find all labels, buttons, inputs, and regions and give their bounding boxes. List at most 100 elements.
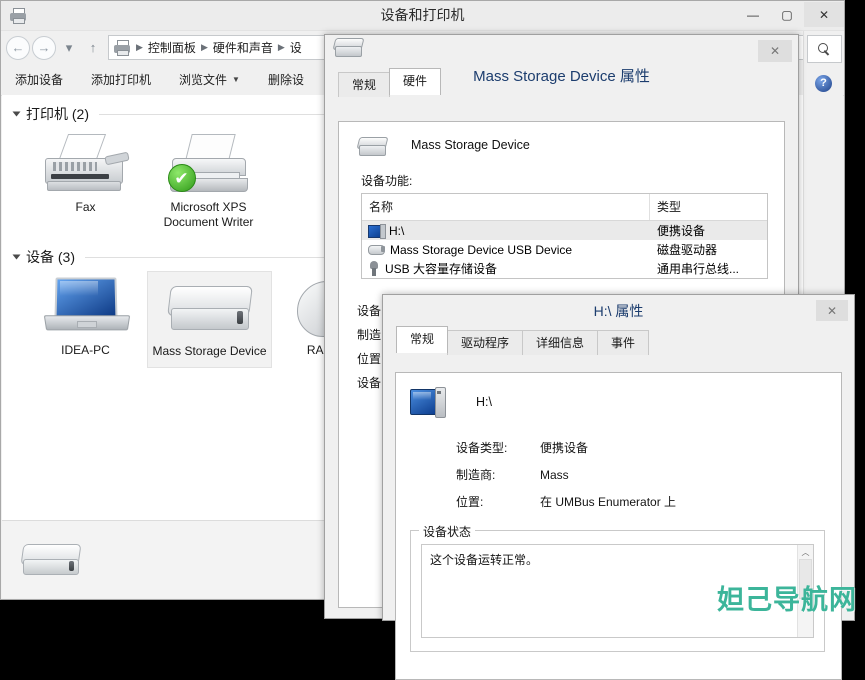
breadcrumb-separator: ▶ [277,42,285,52]
breadcrumb-item-hardware-sound[interactable]: 硬件和声音 [213,39,273,56]
msd-device-name: Mass Storage Device [411,138,530,152]
hdrive-tabstrip: 常规 驱动程序 详细信息 事件 [383,326,854,355]
tab-events[interactable]: 事件 [597,330,650,355]
breadcrumb-separator: ▶ [200,42,208,52]
search-input[interactable] [807,35,842,63]
device-status-text: 这个设备运转正常。 [430,553,539,567]
tab-details[interactable]: 详细信息 [522,330,599,355]
chevron-down-icon [12,111,21,117]
breadcrumb-item-control-panel[interactable]: 控制面板 [148,39,196,56]
tab-general[interactable]: 常规 [338,72,391,97]
device-tile-fax[interactable]: Fax [24,128,147,238]
field-label: 位置: [456,495,484,509]
usb-plug-icon [368,261,380,276]
field-label: 设备类型: [456,441,508,455]
hdrive-device-name: H:\ [476,395,492,409]
hdrive-general-panel: H:\ 设备类型: 便携设备 制造商: Mass 位置: 在 UMBus Enu… [395,372,842,680]
chevron-down-icon: ▼ [232,75,240,84]
printer-icon: ✔ [166,134,252,196]
tab-general[interactable]: 常规 [396,326,449,353]
device-tile-label: Microsoft XPS Document Writer [163,200,254,229]
close-button[interactable]: ✕ [758,40,792,62]
up-button[interactable]: ↑ [82,37,104,59]
group-title-devices: 设备 (3) [26,249,75,265]
tab-hardware[interactable]: 硬件 [389,68,442,95]
hdrive-title: H:\ 属性 [593,303,644,319]
msd-titlebar: Mass Storage Device 属性 ✕ [325,35,798,85]
minimize-button[interactable]: — [736,2,770,27]
remove-device-label: 删除设 [267,73,304,87]
portable-device-icon [410,387,446,418]
device-tile-label: Mass Storage Device [152,344,267,358]
row-type: 磁盘驱动器 [657,243,718,257]
hdrive-field-manufacturer: 制造商: Mass [456,462,841,489]
recent-locations-button[interactable]: ▾ [58,37,80,59]
default-check-badge: ✔ [167,164,196,192]
tab-driver[interactable]: 驱动程序 [447,330,524,355]
breadcrumb-separator: ▶ [136,42,143,52]
portable-device-icon [368,223,386,239]
hdrive-titlebar: H:\ 属性 ✕ [383,295,854,327]
table-row[interactable]: H:\ 便携设备 [362,221,767,240]
row-type: 便携设备 [657,224,706,238]
hdrive-fields: 设备类型: 便携设备 制造商: Mass 位置: 在 UMBus Enumera… [396,417,841,516]
page-title: 设备和打印机 [380,7,465,23]
device-tile-label: Fax [75,200,96,214]
device-tile-label: IDEA-PC [61,343,110,357]
back-button[interactable]: ← [6,35,30,60]
add-printer-button[interactable]: 添加打印机 [91,71,151,88]
remove-device-button[interactable]: 删除设 [268,71,304,88]
field-value: 便携设备 [540,441,589,455]
row-name: USB 大容量存储设备 [385,262,498,276]
table-row[interactable]: USB 大容量存储设备 通用串行总线... [362,259,767,278]
search-icon [818,42,831,56]
breadcrumb-item-devices[interactable]: 设 [290,39,302,56]
window-controls: — ▢ ✕ [736,1,844,30]
chevron-down-icon [12,254,21,260]
maximize-button[interactable]: ▢ [770,2,804,27]
device-tile-idea-pc[interactable]: IDEA-PC [24,271,147,368]
forward-button[interactable]: → [32,35,56,60]
laptop-icon [43,277,130,339]
fax-printer-icon [43,134,130,196]
browse-files-button[interactable]: 浏览文件 ▼ [179,71,240,88]
add-device-button[interactable]: 添加设备 [15,71,63,88]
devices-printers-icon [9,8,27,24]
external-drive-icon [332,35,365,57]
usb-drive-icon [368,244,385,255]
hdrive-device-header: H:\ [396,373,841,418]
help-button[interactable]: ? [807,70,840,97]
hdrive-field-device-type: 设备类型: 便携设备 [456,435,841,462]
field-label: 制造商: [456,468,496,482]
msd-device-header: Mass Storage Device [339,122,784,156]
list-header-row: 名称 类型 [362,194,767,221]
device-status-label: 设备状态 [419,523,476,540]
external-drive-icon [356,134,389,156]
add-printer-label: 添加打印机 [91,73,152,87]
group-title-printers: 打印机 (2) [26,106,89,122]
main-titlebar: 设备和打印机 — ▢ ✕ [1,1,844,31]
row-name: H:\ [389,223,405,238]
row-type: 通用串行总线... [657,262,740,276]
row-name: Mass Storage Device USB Device [390,242,573,257]
column-header-name[interactable]: 名称 [362,194,650,220]
scroll-up-arrow[interactable]: ︿ [798,545,813,559]
close-button[interactable]: ✕ [804,2,844,27]
help-icon: ? [815,75,832,92]
device-tile-xps-writer[interactable]: ✔ Microsoft XPS Document Writer [147,128,270,238]
watermark: 妲己导航网 [717,585,857,616]
column-header-type[interactable]: 类型 [650,194,767,220]
field-value: Mass [540,468,569,482]
close-button[interactable]: ✕ [816,300,848,321]
device-tile-mass-storage-device[interactable]: Mass Storage Device [147,271,272,368]
external-drive-icon [166,278,253,340]
device-functions-label: 设备功能: [361,174,413,188]
field-value: 在 UMBus Enumerator 上 [540,495,677,509]
browse-files-label: 浏览文件 [179,73,228,87]
table-row[interactable]: Mass Storage Device USB Device 磁盘驱动器 [362,240,767,259]
device-functions-list[interactable]: 名称 类型 H:\ 便携设备 Mass Storage Device USB D… [361,193,768,279]
hdrive-properties-dialog: H:\ 属性 ✕ 常规 驱动程序 详细信息 事件 H:\ 设备类型: 便携设备 … [382,294,855,680]
hdrive-field-location: 位置: 在 UMBus Enumerator 上 [456,489,841,516]
add-device-label: 添加设备 [15,73,64,87]
external-drive-icon [20,538,82,582]
